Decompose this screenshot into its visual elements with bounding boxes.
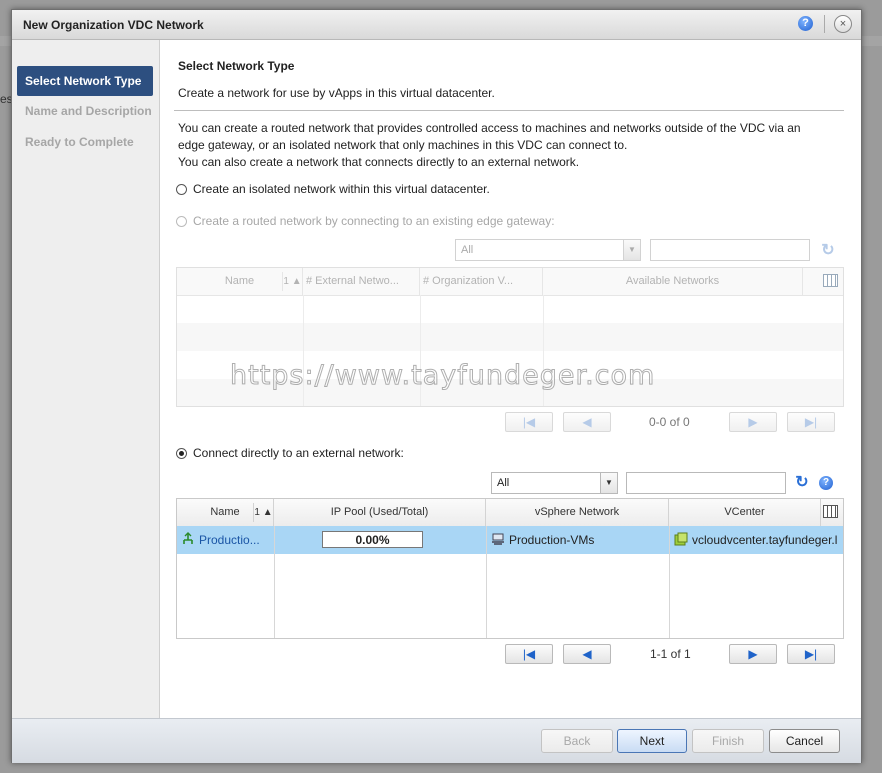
network-icon [183, 532, 193, 544]
ext-col-ip-pool[interactable]: IP Pool (Used/Total) [274, 499, 486, 526]
external-filter-value: All [497, 477, 510, 489]
edge-grid-header: Name 1 ▲ # External Netwo... # Organizat… [177, 268, 843, 296]
watermark-text: https://www.tayfundeger.com [229, 360, 656, 392]
row-vcenter: vcloudvcenter.tayfundeger.l [692, 533, 838, 547]
vcenter-icon [674, 532, 688, 546]
radio-isolated[interactable] [176, 183, 187, 195]
dialog-footer: Back Next Finish Cancel [12, 718, 861, 763]
external-search-input[interactable] [626, 472, 786, 494]
edge-col-available: Available Networks [543, 268, 803, 295]
ext-col-vsphere-network[interactable]: vSphere Network [486, 499, 669, 526]
row-vsphere-network-cell: Production-VMs [491, 526, 666, 554]
first-page-button[interactable]: |◀ [505, 644, 553, 664]
grid-stripe [177, 323, 843, 351]
description-line: You can create a routed network that pro… [178, 121, 801, 135]
chevron-down-icon: ▼ [623, 240, 640, 260]
row-name-cell[interactable]: Productio... [181, 526, 273, 554]
row-vsphere-network: Production-VMs [509, 533, 595, 547]
prev-page-button[interactable]: ◀ [563, 644, 611, 664]
edge-search-input [650, 239, 810, 261]
refresh-icon[interactable]: ↻ [794, 475, 810, 491]
chevron-down-icon: ▼ [600, 473, 617, 493]
dialog-title: New Organization VDC Network [23, 18, 204, 32]
edge-last-page-button: ▶| [787, 412, 835, 432]
edge-next-page-button: ▶ [729, 412, 777, 432]
description-line: edge gateway, or an isolated network tha… [178, 138, 628, 152]
dialog-titlebar[interactable]: New Organization VDC Network ? × [12, 10, 861, 40]
step-select-network-type[interactable]: Select Network Type [17, 66, 153, 96]
grid-column-line [486, 526, 487, 638]
pager-text: 1-1 of 1 [650, 647, 691, 661]
page-title: Select Network Type [178, 59, 295, 73]
radio-routed [176, 215, 187, 227]
option-isolated[interactable]: Create an isolated network within this v… [176, 182, 490, 196]
back-button[interactable]: Back [541, 729, 613, 753]
row-name-link[interactable]: Productio... [199, 533, 260, 547]
edge-col-external: # External Netwo... [303, 268, 420, 295]
help-icon[interactable]: ? [798, 16, 813, 31]
option-direct-label: Connect directly to an external network: [193, 446, 404, 460]
row-vcenter-cell: vcloudvcenter.tayfundeger.l [674, 526, 843, 554]
step-ready-to-complete: Ready to Complete [25, 135, 134, 149]
description: You can create a routed network that pro… [178, 120, 838, 171]
divider [174, 110, 844, 111]
step-name-and-description: Name and Description [25, 104, 152, 118]
edge-col-org-vdc: # Organization V... [420, 268, 543, 295]
next-page-button[interactable]: ▶ [729, 644, 777, 664]
column-chooser-icon [823, 274, 838, 287]
close-icon[interactable]: × [834, 15, 852, 33]
edge-prev-page-button: ◀ [563, 412, 611, 432]
vsphere-network-icon [492, 533, 504, 545]
external-network-grid: Name 1 ▲ IP Pool (Used/Total) vSphere Ne… [176, 498, 844, 639]
grid-column-line [669, 526, 670, 638]
finish-button[interactable]: Finish [692, 729, 764, 753]
edge-filter-select: All ▼ [455, 239, 641, 261]
option-routed: Create a routed network by connecting to… [176, 214, 555, 228]
external-filter-select[interactable]: All ▼ [491, 472, 618, 494]
last-page-button[interactable]: ▶| [787, 644, 835, 664]
radio-direct[interactable] [176, 447, 187, 459]
description-line: You can also create a network that conne… [178, 155, 580, 169]
external-grid-header: Name 1 ▲ IP Pool (Used/Total) vSphere Ne… [177, 499, 843, 527]
edge-filter-value: All [461, 244, 474, 256]
edge-pager-text: 0-0 of 0 [649, 415, 690, 429]
grid-column-line [274, 526, 275, 638]
option-direct[interactable]: Connect directly to an external network: [176, 446, 404, 460]
ext-col-vcenter[interactable]: VCenter [669, 499, 821, 526]
titlebar-divider [824, 15, 825, 33]
page-subtitle: Create a network for use by vApps in thi… [178, 86, 495, 100]
help-icon[interactable]: ? [819, 476, 833, 490]
edge-first-page-button: |◀ [505, 412, 553, 432]
ip-pool-usage: 0.00% [322, 531, 423, 548]
next-button[interactable]: Next [617, 729, 687, 753]
refresh-icon: ↻ [821, 242, 835, 259]
edge-sort-indicator: 1 ▲ [282, 272, 302, 291]
column-chooser-icon[interactable] [823, 505, 838, 518]
wizard-steps: Select Network Type Name and Description… [12, 40, 160, 718]
option-routed-label: Create a routed network by connecting to… [193, 214, 555, 228]
ext-sort-indicator[interactable]: 1 ▲ [253, 503, 273, 522]
cancel-button[interactable]: Cancel [769, 729, 840, 753]
option-isolated-label: Create an isolated network within this v… [193, 182, 490, 196]
